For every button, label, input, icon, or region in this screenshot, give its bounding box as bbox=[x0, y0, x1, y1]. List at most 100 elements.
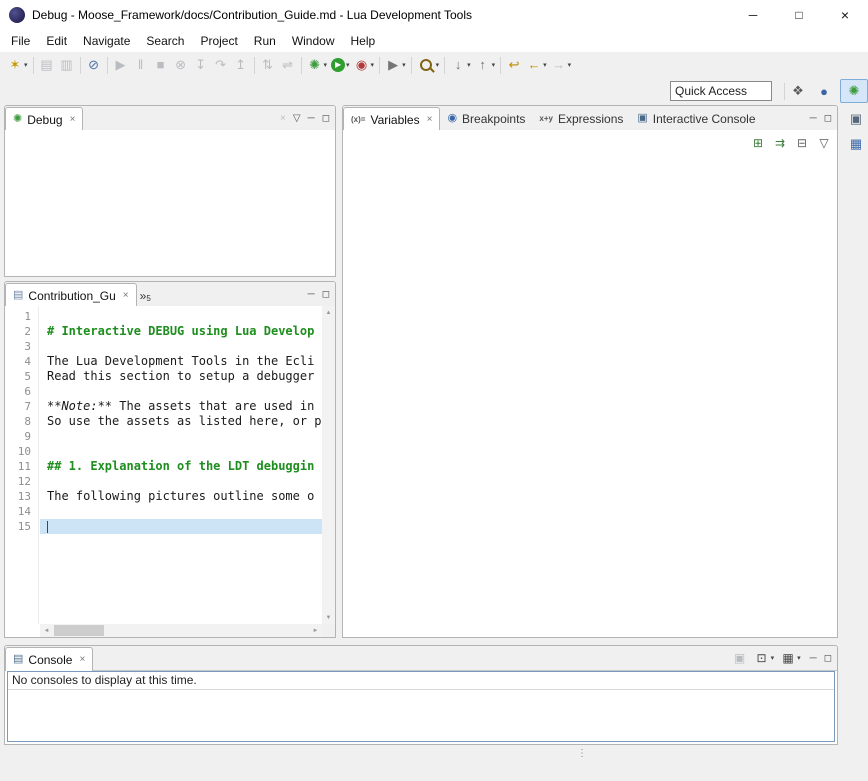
minimized-view-restore-icon[interactable]: ▣ bbox=[848, 111, 864, 127]
tab-expressions[interactable]: x+yExpressions bbox=[532, 107, 630, 130]
maximize-view-icon[interactable]: ◻ bbox=[322, 289, 330, 300]
dropdown-arrow-icon[interactable]: ▾ bbox=[543, 61, 547, 69]
toolbar-separator bbox=[444, 57, 445, 74]
dropdown-arrow-icon[interactable]: ▾ bbox=[467, 61, 471, 69]
tab-breakpoints[interactable]: ◉Breakpoints bbox=[440, 107, 532, 130]
run-icon[interactable]: ▶▾ bbox=[329, 54, 352, 76]
disconnect-icon: ⊗ bbox=[171, 54, 191, 76]
maximize-view-icon[interactable]: ◻ bbox=[824, 113, 832, 124]
code-line[interactable] bbox=[40, 429, 322, 444]
scroll-right-arrow-icon[interactable]: ► bbox=[309, 624, 322, 637]
display-selected-console-icon[interactable]: ⊡▾ bbox=[752, 647, 777, 669]
menu-item-window[interactable]: Window bbox=[284, 31, 343, 51]
code-line[interactable] bbox=[40, 384, 322, 399]
close-tab-icon[interactable]: × bbox=[427, 114, 433, 125]
tab-contribution-guide[interactable]: ▤ Contribution_Gu × bbox=[5, 283, 137, 307]
code-line[interactable]: **Note:** The assets that are used in bbox=[40, 399, 322, 414]
code-line[interactable] bbox=[40, 519, 322, 534]
dropdown-arrow-icon[interactable]: ▾ bbox=[402, 61, 406, 69]
variables-view-content bbox=[343, 130, 837, 637]
sash-grip[interactable]: ⋮ bbox=[577, 748, 586, 759]
minimize-window-button[interactable]: ─ bbox=[730, 0, 776, 30]
line-number: 15 bbox=[5, 519, 38, 534]
tab-debug[interactable]: ✺ Debug × bbox=[5, 107, 83, 131]
dropdown-arrow-icon[interactable]: ▾ bbox=[436, 61, 440, 69]
dropdown-arrow-icon[interactable]: ▾ bbox=[324, 61, 328, 69]
dropdown-arrow-icon[interactable]: ▾ bbox=[797, 654, 801, 662]
close-tab-icon[interactable]: × bbox=[123, 290, 129, 301]
open-perspective-button[interactable]: ❖ bbox=[788, 80, 808, 102]
debug-perspective-button[interactable]: ✺ bbox=[840, 79, 868, 103]
close-tab-icon[interactable]: × bbox=[70, 114, 76, 125]
code-line[interactable]: So use the assets as listed here, or p bbox=[40, 414, 322, 429]
dropdown-arrow-icon[interactable]: ▾ bbox=[568, 61, 572, 69]
resume-icon: ▶ bbox=[111, 54, 131, 76]
next-annotation-icon[interactable]: ↓▾ bbox=[448, 54, 473, 76]
external-tools-icon[interactable]: ▶▾ bbox=[383, 54, 408, 76]
open-console-icon[interactable]: ▦▾ bbox=[778, 647, 803, 669]
scroll-down-arrow-icon[interactable]: ▼ bbox=[322, 611, 335, 624]
hidden-editors-chevron[interactable]: »5 bbox=[137, 289, 156, 306]
drop-to-frame-icon: ⇅ bbox=[258, 54, 278, 76]
maximize-view-icon[interactable]: ◻ bbox=[322, 113, 330, 124]
code-line[interactable] bbox=[40, 444, 322, 459]
horizontal-scrollbar[interactable]: ◄ ► bbox=[40, 624, 322, 637]
menu-item-edit[interactable]: Edit bbox=[38, 31, 75, 51]
view-menu-icon[interactable]: ▽ bbox=[814, 132, 834, 154]
variables-view-toolbar: ⊞⇉⊟▽ bbox=[343, 132, 834, 154]
close-window-button[interactable]: × bbox=[822, 0, 868, 30]
code-line[interactable]: Read this section to setup a debugger bbox=[40, 369, 322, 384]
dropdown-arrow-icon[interactable]: ▾ bbox=[492, 61, 496, 69]
tab-console[interactable]: ▤ Console × bbox=[5, 647, 93, 671]
minimize-view-icon[interactable]: ─ bbox=[810, 113, 817, 124]
console-toolbar: ▣⊡▾▦▾ bbox=[730, 646, 803, 670]
last-edit-location-icon[interactable]: ↩ bbox=[504, 54, 524, 76]
dropdown-arrow-icon[interactable]: ▾ bbox=[346, 61, 350, 69]
back-icon[interactable]: ←▾ bbox=[524, 54, 549, 76]
menu-item-project[interactable]: Project bbox=[192, 31, 245, 51]
show-logical-structures-icon[interactable]: ⇉ bbox=[770, 132, 790, 154]
code-line[interactable] bbox=[40, 309, 322, 324]
quick-access-box[interactable]: Quick Access bbox=[670, 81, 772, 101]
maximize-window-button[interactable]: □ bbox=[776, 0, 822, 30]
code-line[interactable] bbox=[40, 474, 322, 489]
menu-item-help[interactable]: Help bbox=[343, 31, 384, 51]
minimize-view-icon[interactable]: ─ bbox=[308, 113, 315, 124]
code-line[interactable]: The Lua Development Tools in the Ecli bbox=[40, 354, 322, 369]
vertical-scrollbar[interactable]: ▲ ▼ bbox=[322, 306, 335, 624]
view-menu-icon[interactable]: ▽ bbox=[293, 113, 301, 124]
menu-item-navigate[interactable]: Navigate bbox=[75, 31, 138, 51]
menu-item-run[interactable]: Run bbox=[246, 31, 284, 51]
dropdown-arrow-icon[interactable]: ▾ bbox=[24, 61, 28, 69]
debug-icon[interactable]: ✺▾ bbox=[305, 54, 330, 76]
dropdown-arrow-icon[interactable]: ▾ bbox=[771, 654, 775, 662]
code-editor[interactable]: # Interactive DEBUG using Lua Develop The… bbox=[40, 306, 322, 624]
new-wizard-icon[interactable]: ✶▾ bbox=[5, 54, 30, 76]
code-line[interactable]: The following pictures outline some o bbox=[40, 489, 322, 504]
console-message: No consoles to display at this time. bbox=[8, 672, 834, 690]
menu-item-file[interactable]: File bbox=[3, 31, 38, 51]
minimize-view-icon[interactable]: ─ bbox=[810, 653, 817, 664]
show-type-names-icon[interactable]: ⊞ bbox=[748, 132, 768, 154]
skip-breakpoints-icon[interactable]: ⊘ bbox=[84, 54, 104, 76]
code-line[interactable]: # Interactive DEBUG using Lua Develop bbox=[40, 324, 322, 339]
previous-annotation-icon[interactable]: ↑▾ bbox=[473, 54, 498, 76]
code-line[interactable] bbox=[40, 504, 322, 519]
scrollbar-thumb[interactable] bbox=[54, 625, 104, 636]
menu-item-search[interactable]: Search bbox=[138, 31, 192, 51]
tab-interactive-console[interactable]: ▣Interactive Console bbox=[630, 107, 762, 130]
dropdown-arrow-icon[interactable]: ▾ bbox=[371, 61, 375, 69]
maximize-view-icon[interactable]: ◻ bbox=[824, 653, 832, 664]
close-tab-icon[interactable]: × bbox=[79, 654, 85, 665]
minimized-view-grid-icon[interactable]: ▦ bbox=[848, 136, 864, 152]
code-line[interactable]: ## 1. Explanation of the LDT debuggin bbox=[40, 459, 322, 474]
ldt-perspective-button[interactable]: ● bbox=[810, 79, 838, 103]
tab-variables[interactable]: (x)=Variables× bbox=[343, 107, 440, 131]
search-icon[interactable]: ▾ bbox=[415, 54, 442, 76]
collapse-all-icon[interactable]: ⊟ bbox=[792, 132, 812, 154]
code-line[interactable] bbox=[40, 339, 322, 354]
scroll-left-arrow-icon[interactable]: ◄ bbox=[40, 624, 53, 637]
scroll-up-arrow-icon[interactable]: ▲ bbox=[322, 306, 335, 319]
coverage-icon[interactable]: ◉▾ bbox=[352, 54, 377, 76]
minimize-view-icon[interactable]: ─ bbox=[308, 289, 315, 300]
